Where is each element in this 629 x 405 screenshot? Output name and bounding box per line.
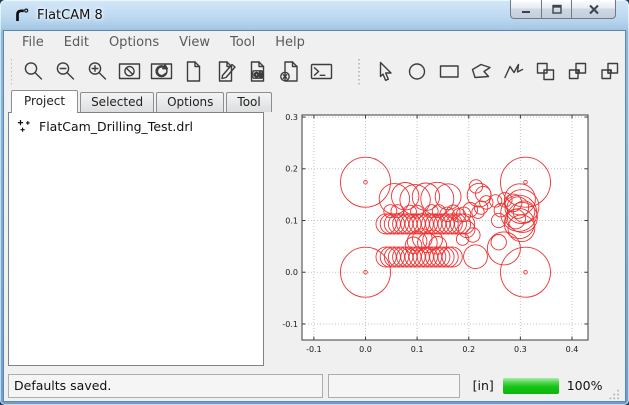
draw-rectangle-button[interactable] <box>433 57 465 87</box>
minimize-button[interactable] <box>510 0 541 19</box>
tab-tool[interactable]: Tool <box>226 92 271 112</box>
menu-file[interactable]: File <box>12 32 54 53</box>
toolbar: Ok <box>4 54 625 89</box>
zoom-out-icon <box>54 60 77 83</box>
maximize-icon <box>551 4 563 15</box>
menu-help[interactable]: Help <box>265 32 315 53</box>
draw-polygon-icon <box>470 60 493 83</box>
status-message-panel: Defaults saved. <box>8 374 323 398</box>
shell-icon <box>310 60 333 83</box>
geometry-toolbar-group <box>351 57 625 87</box>
tab-bar: Project Selected Options Tool <box>8 90 264 112</box>
menu-tool[interactable]: Tool <box>220 32 265 53</box>
close-button[interactable] <box>571 0 616 19</box>
intersection-icon <box>566 60 589 83</box>
progress-bar <box>503 378 559 394</box>
statusbar: Defaults saved. [in] 100% <box>4 370 625 401</box>
union-button[interactable] <box>529 57 561 87</box>
tab-project[interactable]: Project <box>11 90 78 113</box>
progress-percent-label: 100% <box>567 378 603 393</box>
draw-path-button[interactable] <box>497 57 529 87</box>
svg-text:0.2: 0.2 <box>285 165 298 174</box>
progress-bar-fill <box>503 378 559 394</box>
geometry-buttons <box>369 57 625 87</box>
new-file-button[interactable] <box>177 57 209 87</box>
minimize-icon <box>520 4 532 14</box>
svg-text:0.0: 0.0 <box>359 345 372 354</box>
replot-button[interactable] <box>145 57 177 87</box>
subtraction-button[interactable] <box>593 57 625 87</box>
project-tree[interactable]: FlatCam_Drilling_Test.drl <box>8 112 264 366</box>
titlebar[interactable]: FlatCAM 8 <box>0 0 629 31</box>
svg-text:0.2: 0.2 <box>462 345 475 354</box>
plot-toolbar-group: Ok <box>17 57 337 87</box>
shell-button[interactable] <box>305 57 337 87</box>
app-window: FlatCAM 8 File Edit Options View Tool He… <box>0 0 629 405</box>
drill-object-icon <box>17 119 32 134</box>
tab-options[interactable]: Options <box>156 92 224 112</box>
select-icon <box>374 60 397 83</box>
window-controls <box>510 0 616 19</box>
union-icon <box>534 60 557 83</box>
draw-polygon-button[interactable] <box>465 57 497 87</box>
client-area: File Edit Options View Tool Help Ok Proj… <box>4 31 625 401</box>
zoom-fit-icon <box>22 60 45 83</box>
open-file-button[interactable] <box>209 57 241 87</box>
maximize-button[interactable] <box>541 0 571 19</box>
left-panel: Project Selected Options Tool FlatCam_Dr… <box>8 90 264 366</box>
svg-text:0.4: 0.4 <box>566 345 579 354</box>
draw-circle-button[interactable] <box>401 57 433 87</box>
status-secondary-panel <box>328 374 460 398</box>
tree-item-label: FlatCam_Drilling_Test.drl <box>39 119 193 134</box>
svg-text:0.1: 0.1 <box>411 345 424 354</box>
toolbar-drag-handle[interactable] <box>10 59 12 85</box>
svg-text:0.3: 0.3 <box>514 345 527 354</box>
delete-object-button[interactable] <box>273 57 305 87</box>
new-file-icon <box>182 60 205 83</box>
menu-options[interactable]: Options <box>99 32 169 53</box>
plot-canvas[interactable]: -0.1 0.0 0.1 0.2 0.3 0.4 -0.1 0.0 0.1 0.2 0.3 <box>268 90 624 366</box>
clear-plot-icon <box>118 60 141 83</box>
menubar: File Edit Options View Tool Help <box>4 31 625 54</box>
draw-path-icon <box>502 60 525 83</box>
zoom-fit-button[interactable] <box>17 57 49 87</box>
svg-text:-0.1: -0.1 <box>282 320 298 329</box>
window-title: FlatCAM 8 <box>37 8 103 23</box>
run-script-icon: Ok <box>246 60 269 83</box>
svg-text:Ok: Ok <box>254 72 264 79</box>
status-message: Defaults saved. <box>14 378 111 393</box>
svg-text:0.3: 0.3 <box>285 113 298 122</box>
toolbar-drag-handle[interactable] <box>357 59 362 85</box>
svg-text:0.1: 0.1 <box>285 216 298 225</box>
zoom-out-button[interactable] <box>49 57 81 87</box>
units-indicator: [in] <box>473 378 494 393</box>
draw-rectangle-icon <box>438 60 461 83</box>
menu-edit[interactable]: Edit <box>54 32 99 53</box>
subtraction-icon <box>598 60 621 83</box>
resize-grip[interactable] <box>607 387 621 401</box>
tree-item-drill-object[interactable]: FlatCam_Drilling_Test.drl <box>9 113 263 134</box>
run-script-button[interactable]: Ok <box>241 57 273 87</box>
zoom-in-button[interactable] <box>81 57 113 87</box>
clear-plot-button[interactable] <box>113 57 145 87</box>
zoom-in-icon <box>86 60 109 83</box>
menu-view[interactable]: View <box>169 32 220 53</box>
flatcam-logo-icon <box>13 7 30 24</box>
svg-text:0.0: 0.0 <box>285 268 298 277</box>
svg-text:-0.1: -0.1 <box>306 345 322 354</box>
delete-object-icon <box>278 60 301 83</box>
draw-circle-icon <box>406 60 429 83</box>
replot-icon <box>150 60 173 83</box>
close-icon <box>588 4 600 15</box>
tab-selected[interactable]: Selected <box>80 92 154 112</box>
intersection-button[interactable] <box>561 57 593 87</box>
open-file-icon <box>214 60 237 83</box>
select-button[interactable] <box>369 57 401 87</box>
